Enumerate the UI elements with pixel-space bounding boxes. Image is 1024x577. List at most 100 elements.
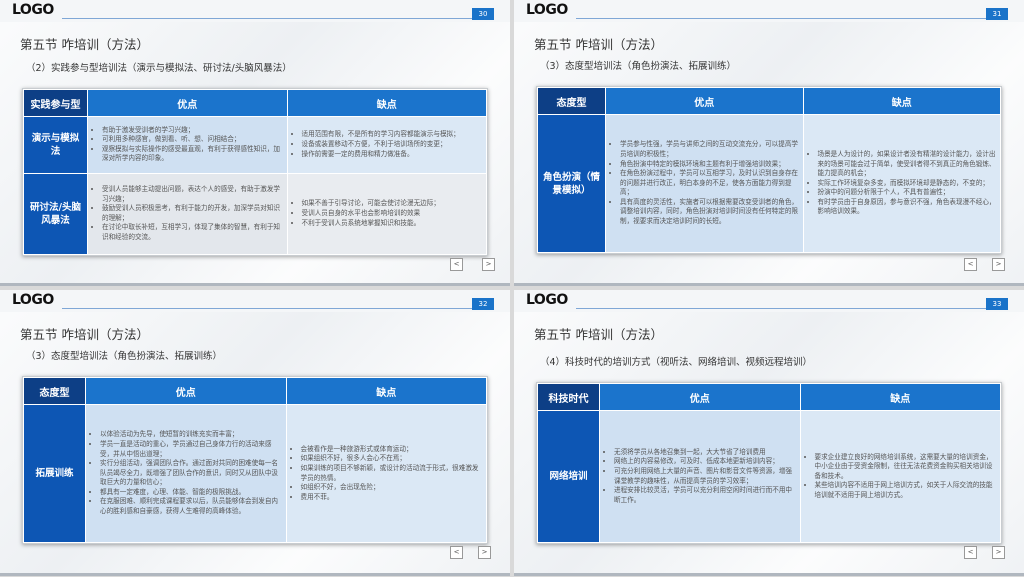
next-button[interactable]: > <box>478 546 491 559</box>
list-item: 设备或装置移动不方便，不利于培训场所的变更； <box>302 140 483 150</box>
header-line <box>62 18 482 19</box>
list-item: 如组织不好，会出现危险； <box>301 483 483 493</box>
header-line <box>62 308 482 309</box>
pros-cell: 无须将学员从各地召集到一起，大大节省了培训费用 网络上的内容易修改，可及时、低成… <box>599 410 801 543</box>
list-item: 具有高度的灵活性，实施者可以根据需要改变受训者的角色，调整培训内容，同时，角色扮… <box>620 198 799 227</box>
list-item: 在角色扮演过程中，学员可以互相学习，及时认识到自身存在的问题并进行改正，明白本身… <box>620 169 799 198</box>
list-item: 费用不菲。 <box>301 493 483 503</box>
comparison-table: 实践参与型 优点 缺点 演示与模拟法 有助于激发受训者的学习兴趣； 可利用多种感… <box>22 88 488 256</box>
page-number: 31 <box>986 8 1008 20</box>
cons-cell: 适用范围有限，不是所有的学习内容都能演示与模拟； 设备或装置移动不方便，不利于培… <box>286 116 487 174</box>
footer-bar <box>0 573 510 576</box>
list-item: 网络上的内容易修改，可及时、低成本地更新培训内容； <box>614 457 796 467</box>
next-button[interactable]: > <box>992 546 1005 559</box>
cons-cell: 场景是人为设计的，如果设计者没有精湛的设计能力，设计出来的场景可能会过于简单，使… <box>802 114 1001 253</box>
pros-cell: 学员参与性强，学员与讲师之间的互动交流充分，可以提高学员培训的积极性； 角色扮演… <box>605 114 804 253</box>
list-item: 要求企业建立良好的网络培训系统，这需要大量的培训资金，中小企业由于受资金限制，往… <box>815 453 997 482</box>
cons-cell: 如果不善于引导讨论，可能会使讨论漫无边际； 受训人员自身的水平也会影响培训的效果… <box>286 172 487 255</box>
list-item: 在讨论中取长补短，互相学习，体现了集体的智慧，有利于知识和经验的交流。 <box>102 223 283 242</box>
section-title: 第五节 咋培训（方法） <box>534 37 663 52</box>
col-header-cons: 缺点 <box>285 377 487 405</box>
list-item: 实际工作环境复杂多变，而模拟环境却是静态的，不变的； <box>818 179 997 189</box>
list-item: 操作前需要一定的费用和精力做准备。 <box>302 150 483 160</box>
table-row: 研讨法/头脑风暴法 受训人员能够主动提出问题，表达个人的感受，有助于激发学习兴趣… <box>23 172 487 255</box>
list-item: 如果不善于引导讨论，可能会使讨论漫无边际； <box>302 199 483 209</box>
pros-cell: 有助于激发受训者的学习兴趣； 可利用多种感官，做到看、听、想、问相结合； 观察模… <box>87 116 288 174</box>
comparison-table: 态度型 优点 缺点 拓展训练 以体验活动为先导，使短暂的训练充实而丰富； 学员一… <box>22 376 488 544</box>
row-label: 网络培训 <box>537 410 600 543</box>
table-row: 演示与模拟法 有助于激发受训者的学习兴趣； 可利用多种感官，做到看、听、想、问相… <box>23 116 487 174</box>
list-item: 观察模拟与实际操作的感受最直观，有利于获得感性知识，加深对所学内容的印象。 <box>102 145 283 164</box>
pros-cell: 以体验活动为先导，使短暂的训练充实而丰富； 学员一直是活动的重心，学员通过自己身… <box>85 404 287 543</box>
list-item: 受训人员自身的水平也会影响培训的效果 <box>302 209 483 219</box>
footer-bar <box>514 573 1024 576</box>
logo: LOGO <box>526 2 568 18</box>
list-item: 实行分组活动，强调团队合作。通过面对共同的困难使每一名队员竭尽全力，既增强了团队… <box>100 459 282 488</box>
subtitle: （4）科技时代的培训方式（视听法、网络培训、视频远程培训） <box>540 357 813 368</box>
logo: LOGO <box>12 2 54 18</box>
list-item: 无须将学员从各地召集到一起，大大节省了培训费用 <box>614 448 796 458</box>
list-item: 受训人员能够主动提出问题，表达个人的感受，有助于激发学习兴趣； <box>102 185 283 204</box>
subtitle: （3）态度型培训法（角色扮演法、拓展训练） <box>26 351 223 362</box>
list-item: 角色扮演中特定的模拟环境和主题有利于增强培训效果； <box>620 160 799 170</box>
cons-cell: 会被看作是一种旅游形式或体育运动； 如果组织不好，很多人会心不在焉； 如果训练的… <box>285 404 487 543</box>
col-header-pros: 优点 <box>87 89 288 117</box>
list-item: 以体验活动为先导，使短暂的训练充实而丰富； <box>100 430 282 440</box>
table-row: 拓展训练 以体验活动为先导，使短暂的训练充实而丰富； 学员一直是活动的重心，学员… <box>23 404 487 543</box>
list-item: 在克服困难、顺利完成课程要求以后，队员能够体会到发自内心的胜利感和自豪感，获得人… <box>100 497 282 516</box>
page-number: 32 <box>472 298 494 310</box>
list-item: 有时学员由于自身原因，参与意识不强，角色表现漫不经心，影响培训效果。 <box>818 198 997 217</box>
prev-button[interactable]: < <box>964 546 977 559</box>
next-button[interactable]: > <box>992 258 1005 271</box>
col-header-cons: 缺点 <box>799 383 1001 411</box>
list-item: 场景是人为设计的，如果设计者没有精湛的设计能力，设计出来的场景可能会过于简单，使… <box>818 150 997 179</box>
list-item: 扮演中的问题分析限于个人，不具有普遍性； <box>818 188 997 198</box>
prev-button[interactable]: < <box>450 546 463 559</box>
list-item: 如果训练的项目不够新颖，或设计的活动流于形式，很难激发学员的热情。 <box>301 464 483 483</box>
col-header-type: 态度型 <box>23 377 86 405</box>
section-title: 第五节 咋培训（方法） <box>20 37 149 52</box>
header-line <box>576 18 996 19</box>
logo: LOGO <box>12 292 54 308</box>
footer-bar <box>514 283 1024 286</box>
list-item: 进程安排比较灵活，学员可以充分利用空闲时间进行而不用中断工作。 <box>614 486 796 505</box>
subtitle: （2）实践参与型培训法（演示与模拟法、研讨法/头脑风暴法） <box>26 63 292 74</box>
pros-cell: 受训人员能够主动提出问题，表达个人的感受，有助于激发学习兴趣； 鼓励受训人员积极… <box>87 172 288 255</box>
row-label: 研讨法/头脑风暴法 <box>23 172 88 255</box>
table-row: 网络培训 无须将学员从各地召集到一起，大大节省了培训费用 网络上的内容易修改，可… <box>537 410 1001 543</box>
slide-33: LOGO 33 第五节 咋培训（方法） （4）科技时代的培训方式（视听法、网络培… <box>514 290 1024 576</box>
next-button[interactable]: > <box>482 258 495 271</box>
comparison-table: 科技时代 优点 缺点 网络培训 无须将学员从各地召集到一起，大大节省了培训费用 … <box>536 382 1002 544</box>
list-item: 学员一直是活动的重心，学员通过自己身体力行的活动来感受，并从中悟出道理； <box>100 440 282 459</box>
slide-32: LOGO 32 第五节 咋培训（方法） （3）态度型培训法（角色扮演法、拓展训练… <box>0 290 510 576</box>
footer-bar <box>0 283 510 286</box>
col-header-type: 实践参与型 <box>23 89 88 117</box>
logo: LOGO <box>526 292 568 308</box>
col-header-cons: 缺点 <box>286 89 487 117</box>
list-item: 鼓励受训人员积极思考，有利于能力的开发，加深学员对知识的理解； <box>102 204 283 223</box>
page-number: 30 <box>472 8 494 20</box>
list-item: 适用范围有限，不是所有的学习内容都能演示与模拟； <box>302 130 483 140</box>
row-label: 演示与模拟法 <box>23 116 88 174</box>
col-header-type: 态度型 <box>537 87 606 115</box>
comparison-table: 态度型 优点 缺点 角色扮演（情景模拟） 学员参与性强，学员与讲师之间的互动交流… <box>536 86 1002 254</box>
row-label: 角色扮演（情景模拟） <box>537 114 606 253</box>
list-item: 不利于受训人员系统地掌握知识和技能。 <box>302 219 483 229</box>
section-title: 第五节 咋培训（方法） <box>534 327 663 342</box>
col-header-cons: 缺点 <box>802 87 1001 115</box>
subtitle: （3）态度型培训法（角色扮演法、拓展训练） <box>540 61 737 72</box>
prev-button[interactable]: < <box>450 258 463 271</box>
list-item: 如果组织不好，很多人会心不在焉； <box>301 454 483 464</box>
list-item: 可充分利用网络上大量的声音、图片和影音文件等资源，增强课堂教学的趣味性，从而提高… <box>614 467 796 486</box>
cons-cell: 要求企业建立良好的网络培训系统，这需要大量的培训资金，中小企业由于受资金限制，往… <box>799 410 1001 543</box>
table-row: 角色扮演（情景模拟） 学员参与性强，学员与讲师之间的互动交流充分，可以提高学员培… <box>537 114 1001 253</box>
prev-button[interactable]: < <box>964 258 977 271</box>
col-header-pros: 优点 <box>85 377 287 405</box>
list-item: 有助于激发受训者的学习兴趣； <box>102 126 283 136</box>
row-label: 拓展训练 <box>23 404 86 543</box>
slide-30: LOGO 30 第五节 咋培训（方法） （2）实践参与型培训法（演示与模拟法、研… <box>0 0 510 286</box>
list-item: 可利用多种感官，做到看、听、想、问相结合； <box>102 135 283 145</box>
section-title: 第五节 咋培训（方法） <box>20 327 149 342</box>
list-item: 学员参与性强，学员与讲师之间的互动交流充分，可以提高学员培训的积极性； <box>620 140 799 159</box>
header-line <box>576 308 996 309</box>
